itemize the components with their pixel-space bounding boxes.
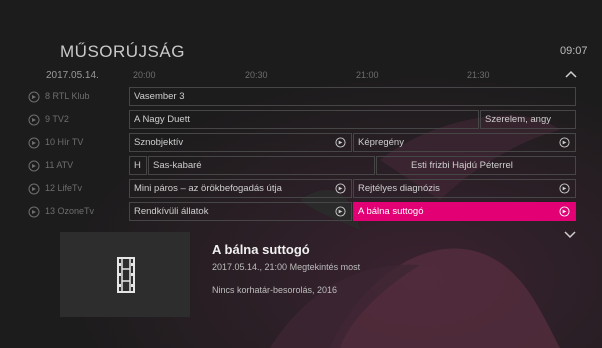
channel-row: 9 TV2 A Nagy Duett Szerelem, angy bbox=[28, 110, 576, 130]
program-cell[interactable]: Szerelem, angy bbox=[480, 110, 576, 129]
timeline-date: 2017.05.14. bbox=[46, 70, 99, 81]
replay-icon bbox=[559, 137, 570, 148]
replay-icon bbox=[335, 137, 346, 148]
replay-icon bbox=[28, 183, 40, 195]
program-title: Képregény bbox=[358, 137, 404, 148]
channel-row: 12 LifeTv Mini páros – az örökbefogadás … bbox=[28, 179, 576, 199]
channel-name: 12 LifeTv bbox=[45, 183, 83, 193]
channel-label[interactable]: 8 RTL Klub bbox=[28, 87, 128, 107]
program-cell-selected[interactable]: A bálna suttogó bbox=[353, 202, 576, 221]
chevron-up-icon[interactable] bbox=[564, 68, 578, 80]
film-icon bbox=[117, 257, 135, 293]
program-title: Esti frizbi Hajdú Péterrel bbox=[411, 160, 513, 171]
channel-row: 8 RTL Klub Vasember 3 bbox=[28, 87, 576, 107]
program-title: Rendkívüli állatok bbox=[134, 206, 209, 217]
channel-label[interactable]: 9 TV2 bbox=[28, 110, 128, 130]
chevron-down-icon[interactable] bbox=[563, 230, 577, 240]
replay-icon bbox=[559, 206, 570, 217]
page-title: MŰSORÚJSÁG bbox=[60, 42, 185, 61]
replay-icon bbox=[28, 91, 40, 103]
program-title: Rejtélyes diagnózis bbox=[358, 183, 440, 194]
channel-name: 8 RTL Klub bbox=[45, 91, 90, 101]
clock: 09:07 bbox=[560, 45, 588, 57]
channel-label[interactable]: 12 LifeTv bbox=[28, 179, 128, 199]
program-title: Sznobjektív bbox=[134, 137, 184, 148]
replay-icon bbox=[28, 114, 40, 126]
program-cell[interactable]: H bbox=[129, 156, 147, 175]
replay-icon bbox=[28, 160, 40, 172]
channel-name: 10 Hír TV bbox=[45, 137, 84, 147]
channel-row: 13 OzoneTv Rendkívüli állatok A bálna su… bbox=[28, 202, 576, 222]
channel-name: 13 OzoneTv bbox=[45, 206, 95, 216]
program-title: Mini páros – az örökbefogadás útja bbox=[134, 183, 282, 194]
program-title: A bálna suttogó bbox=[358, 206, 424, 217]
channel-row: 11 ATV H Sas-kabaré Esti frizbi Hajdú Pé… bbox=[28, 156, 576, 176]
program-cell[interactable]: Mini páros – az örökbefogadás útja bbox=[129, 179, 352, 198]
program-title: H bbox=[134, 160, 141, 171]
time-slot: 21:30 bbox=[467, 70, 490, 80]
channel-name: 11 ATV bbox=[45, 160, 74, 170]
detail-schedule: 2017.05.14., 21:00 Megtekintés most bbox=[212, 262, 361, 272]
time-slot: 21:00 bbox=[356, 70, 379, 80]
channel-label[interactable]: 10 Hír TV bbox=[28, 133, 128, 153]
program-cell[interactable]: Sznobjektív bbox=[129, 133, 352, 152]
program-cell[interactable]: A Nagy Duett bbox=[129, 110, 479, 129]
program-title: Szerelem, angy bbox=[485, 114, 552, 125]
program-cell[interactable]: Sas-kabaré bbox=[148, 156, 375, 175]
channel-row: 10 Hír TV Sznobjektív Képregény bbox=[28, 133, 576, 153]
time-slot: 20:30 bbox=[245, 70, 268, 80]
channel-label[interactable]: 13 OzoneTv bbox=[28, 202, 128, 222]
epg-panel: MŰSORÚJSÁG 09:07 2017.05.14. 20:00 20:30… bbox=[0, 0, 602, 348]
replay-icon bbox=[335, 183, 346, 194]
detail-title: A bálna suttogó bbox=[212, 242, 310, 257]
program-thumbnail bbox=[60, 232, 190, 317]
program-cell[interactable]: Rendkívüli állatok bbox=[129, 202, 352, 221]
channel-label[interactable]: 11 ATV bbox=[28, 156, 128, 176]
replay-icon bbox=[335, 206, 346, 217]
detail-info: Nincs korhatár-besorolás, 2016 bbox=[212, 285, 338, 295]
program-cell[interactable]: Rejtélyes diagnózis bbox=[353, 179, 576, 198]
program-cell[interactable]: Esti frizbi Hajdú Péterrel bbox=[376, 156, 576, 175]
program-title: Vasember 3 bbox=[134, 91, 185, 102]
replay-icon bbox=[559, 183, 570, 194]
program-cell[interactable]: Vasember 3 bbox=[129, 87, 576, 106]
program-cell[interactable]: Képregény bbox=[353, 133, 576, 152]
replay-icon bbox=[28, 206, 40, 218]
channel-name: 9 TV2 bbox=[45, 114, 69, 124]
time-slot: 20:00 bbox=[133, 70, 156, 80]
program-title: A Nagy Duett bbox=[134, 114, 190, 125]
program-title: Sas-kabaré bbox=[153, 160, 202, 171]
replay-icon bbox=[28, 137, 40, 149]
